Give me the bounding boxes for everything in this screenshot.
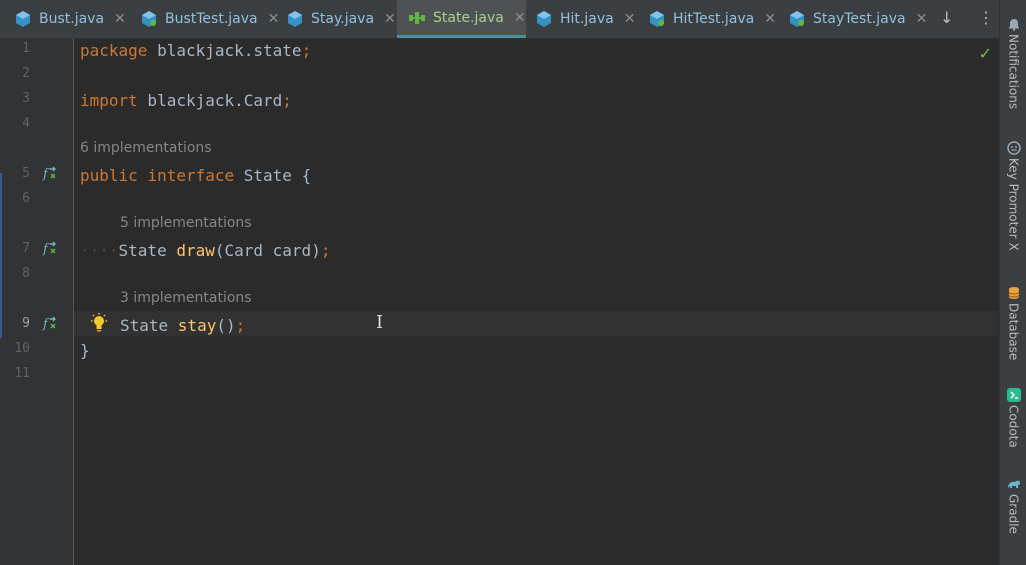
java-class-icon xyxy=(535,10,553,28)
tool-notifications[interactable]: Notifications xyxy=(1000,16,1026,109)
code-line-10[interactable]: } xyxy=(80,338,90,363)
tab-label: StayTest.java xyxy=(813,10,906,27)
tab-label: BustTest.java xyxy=(165,10,258,27)
line-number: 11 xyxy=(14,366,30,381)
editor-gutter: 1 2 3 4 5 6 7 8 9 10 11 f f f xyxy=(0,38,74,565)
java-test-class-icon xyxy=(788,10,806,28)
code-editor[interactable]: package blackjack.state; import blackjac… xyxy=(74,38,998,565)
close-icon[interactable]: ✕ xyxy=(514,10,526,26)
close-icon[interactable]: ✕ xyxy=(114,11,126,27)
java-test-class-icon xyxy=(140,10,158,28)
tab-staytest-java[interactable]: StayTest.java ✕ xyxy=(778,0,928,37)
implementations-hint[interactable]: 6 implementations xyxy=(80,140,212,156)
lightbulb-icon[interactable] xyxy=(88,312,110,338)
gradle-icon xyxy=(1007,476,1021,490)
svg-text:f: f xyxy=(42,317,50,331)
tool-gradle[interactable]: Gradle xyxy=(1000,476,1026,534)
bell-icon xyxy=(1007,16,1021,31)
text-cursor-icon: I xyxy=(376,312,384,333)
code-line-5[interactable]: public interface State { xyxy=(80,163,311,188)
line-number: 2 xyxy=(22,66,30,81)
tool-label: Notifications xyxy=(1006,34,1021,110)
tool-label: Database xyxy=(1006,303,1021,361)
tab-label: Hit.java xyxy=(560,10,614,27)
java-class-icon xyxy=(286,10,304,28)
tab-hit-java[interactable]: Hit.java ✕ xyxy=(526,0,637,37)
tool-key-promoter-x[interactable]: Key Promoter X xyxy=(1000,140,1026,251)
svg-text:f: f xyxy=(42,242,50,256)
codota-icon xyxy=(1006,387,1021,402)
more-vertical-icon[interactable]: ⋮ xyxy=(978,8,994,27)
line-number: 6 xyxy=(22,191,30,206)
line-number: 7 xyxy=(22,241,30,256)
line-number: 4 xyxy=(22,116,30,131)
code-line-3[interactable]: import blackjack.Card; xyxy=(80,88,292,113)
close-icon[interactable]: ✕ xyxy=(384,11,396,27)
close-icon[interactable]: ✕ xyxy=(916,11,928,27)
tool-label: Key Promoter X xyxy=(1006,158,1021,251)
implemented-icon[interactable]: f xyxy=(42,240,58,259)
database-icon xyxy=(1007,285,1021,299)
editor-tab-bar: Bust.java ✕ BustTest.java ✕ Stay.java ✕ … xyxy=(0,0,1000,39)
tab-busttest-java[interactable]: BustTest.java ✕ xyxy=(128,0,279,37)
tool-label: Codota xyxy=(1006,405,1021,448)
tool-label: Gradle xyxy=(1006,494,1021,534)
java-class-icon xyxy=(14,10,32,28)
implementations-hint[interactable]: 3 implementations xyxy=(120,290,252,306)
arrow-down-icon[interactable]: ↓ xyxy=(940,8,953,27)
implementations-hint[interactable]: 5 implementations xyxy=(120,215,252,231)
tab-label: Stay.java xyxy=(311,10,375,27)
tool-database[interactable]: Database xyxy=(1000,285,1026,360)
line-number: 5 xyxy=(22,166,30,181)
close-icon[interactable]: ✕ xyxy=(764,11,776,27)
tab-label: State.java xyxy=(433,9,504,26)
close-icon[interactable]: ✕ xyxy=(624,11,636,27)
code-line-9[interactable]: State stay(); xyxy=(120,313,245,338)
tab-hittest-java[interactable]: HitTest.java ✕ xyxy=(637,0,778,37)
code-line-1[interactable]: package blackjack.state; xyxy=(80,38,311,63)
inspection-ok-icon[interactable]: ✓ xyxy=(979,44,992,63)
line-number: 10 xyxy=(14,341,30,356)
right-tool-window-bar: Notifications Key Promoter X Database Co… xyxy=(999,0,1026,565)
line-number: 1 xyxy=(22,41,30,56)
tab-state-java[interactable]: State.java ✕ xyxy=(397,0,526,38)
implemented-icon[interactable]: f xyxy=(42,315,58,334)
line-number: 3 xyxy=(22,91,30,106)
tool-codota[interactable]: Codota xyxy=(1000,387,1026,448)
tab-label: HitTest.java xyxy=(673,10,755,27)
key-promoter-icon xyxy=(1006,140,1021,155)
java-test-class-icon xyxy=(648,10,666,28)
line-number-current: 9 xyxy=(22,316,30,331)
tab-stay-java[interactable]: Stay.java ✕ xyxy=(277,0,397,37)
tab-label: Bust.java xyxy=(39,10,105,27)
line-number: 8 xyxy=(22,266,30,281)
interface-icon xyxy=(408,9,426,27)
implemented-icon[interactable]: f xyxy=(42,165,58,184)
code-line-7[interactable]: ····State draw(Card card); xyxy=(80,238,330,263)
tab-bust-java[interactable]: Bust.java ✕ xyxy=(0,0,128,37)
svg-text:f: f xyxy=(42,167,50,181)
